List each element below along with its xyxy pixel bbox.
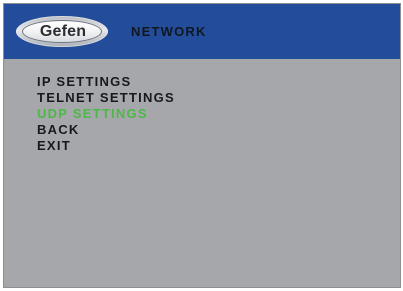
menu-item-ip-settings[interactable]: IP SETTINGS	[37, 74, 175, 90]
gefen-logo-badge: Gefen	[22, 20, 102, 43]
network-menu: IP SETTINGS TELNET SETTINGS UDP SETTINGS…	[37, 74, 175, 154]
gefen-logo-text: Gefen	[39, 23, 87, 40]
menu-item-back[interactable]: BACK	[37, 122, 175, 138]
menu-item-udp-settings[interactable]: UDP SETTINGS	[37, 106, 175, 122]
menu-header: Gefen NETWORK	[4, 4, 400, 59]
gefen-logo: Gefen	[16, 16, 108, 47]
menu-item-telnet-settings[interactable]: TELNET SETTINGS	[37, 90, 175, 106]
page-title: NETWORK	[131, 24, 207, 39]
network-menu-screen: Gefen NETWORK IP SETTINGS TELNET SETTING…	[3, 3, 401, 288]
menu-item-exit[interactable]: EXIT	[37, 138, 175, 154]
